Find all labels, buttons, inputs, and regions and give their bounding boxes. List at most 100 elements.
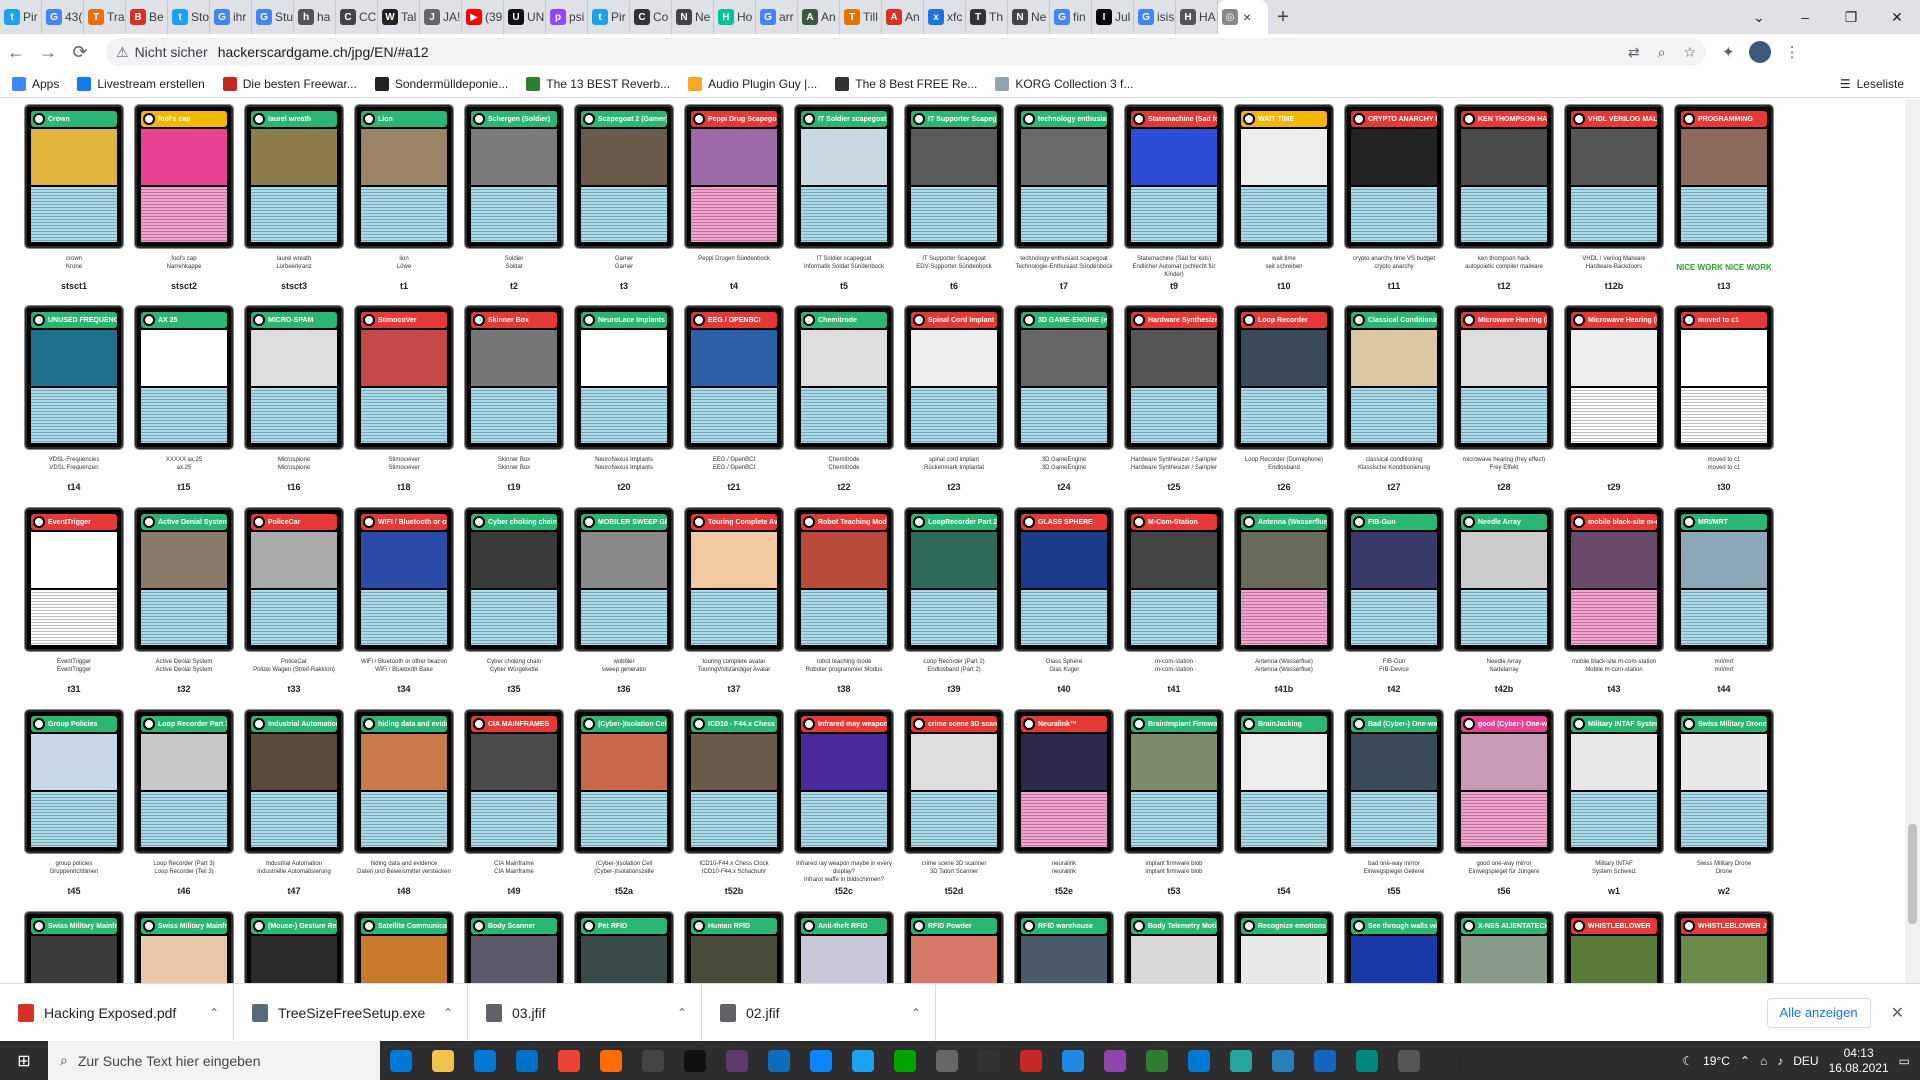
zoom-icon[interactable]: ⌕ <box>1658 44 1666 61</box>
hacker-card[interactable]: Military INTAF System <box>1564 709 1664 854</box>
hacker-card[interactable]: GLASS SPHERE <box>1014 507 1114 652</box>
taskbar-app-icon[interactable] <box>1094 1041 1136 1080</box>
hacker-card[interactable]: Skinner Box <box>464 305 564 450</box>
hacker-card[interactable]: Chemitrode <box>794 305 894 450</box>
vertical-scrollbar[interactable] <box>1905 99 1920 983</box>
browser-tab[interactable]: t Pir <box>588 0 630 34</box>
network-icon[interactable]: ⌂ <box>1760 1054 1767 1068</box>
windows-start-icon[interactable]: ⊞ <box>0 1041 48 1080</box>
hacker-card[interactable]: Microwave Hearing (Frey Effect) <box>1454 305 1554 450</box>
hacker-card[interactable]: Recognize emotions with normal WiFi <box>1234 911 1334 983</box>
hacker-card[interactable]: X-NSS ALIENTATECH Antenna Array <box>1454 911 1554 983</box>
taskbar-app-icon[interactable] <box>464 1041 506 1080</box>
browser-tab[interactable]: G 43( <box>42 0 84 34</box>
bookmark-item[interactable]: Sondermülldeponie... <box>374 76 508 91</box>
forward-icon[interactable]: → <box>32 36 64 68</box>
reading-list-button[interactable]: ☰ Leseliste <box>1840 77 1904 91</box>
hacker-card[interactable]: Group Policies <box>24 709 124 854</box>
browser-tab[interactable]: t Sto <box>168 0 210 34</box>
taskbar-app-icon[interactable] <box>422 1041 464 1080</box>
hacker-card[interactable]: StimocoVer <box>354 305 454 450</box>
taskbar-app-icon[interactable] <box>800 1041 842 1080</box>
hacker-card[interactable]: FIB-Gun <box>1344 507 1444 652</box>
hacker-card[interactable]: crime scene 3D scanner <box>904 709 1004 854</box>
hacker-card[interactable]: laurel wreath <box>244 104 344 249</box>
hacker-card[interactable]: EventTrigger <box>24 507 124 652</box>
hacker-card[interactable]: technology enthusiast <box>1014 104 1114 249</box>
chevron-up-icon[interactable]: ⌃ <box>443 1006 453 1020</box>
hacker-card[interactable]: CIA MAINFRAMES <box>464 709 564 854</box>
hacker-card[interactable]: Bad (Cyber-) One-way mirror <box>1344 709 1444 854</box>
bookmark-star-icon[interactable]: ☆ <box>1683 44 1696 61</box>
hacker-card[interactable]: Needle Array <box>1454 507 1554 652</box>
download-item[interactable]: TreeSizeFreeSetup.exe ⌃ <box>234 983 468 1042</box>
bookmark-item[interactable]: Livestream erstellen <box>77 76 205 91</box>
clock[interactable]: 04:13 16.08.2021 <box>1829 1046 1889 1076</box>
browser-tab[interactable]: B Be <box>126 0 168 34</box>
hacker-card[interactable]: Hardware Synthesizer Sampler <box>1124 305 1224 450</box>
browser-tab-active[interactable]: ◎ × <box>1218 0 1268 34</box>
show-all-downloads-button[interactable]: Alle anzeigen <box>1766 997 1871 1028</box>
hacker-card[interactable]: WIFI / Bluetooth or other beacon <box>354 507 454 652</box>
taskbar-app-icon[interactable] <box>1220 1041 1262 1080</box>
new-tab-button[interactable]: + <box>1268 0 1298 34</box>
browser-tab[interactable]: T Tra <box>84 0 126 34</box>
browser-tab[interactable]: p psi <box>546 0 588 34</box>
profile-avatar[interactable] <box>1748 41 1771 63</box>
taskbar-app-icon[interactable] <box>1052 1041 1094 1080</box>
browser-tab[interactable]: U UN <box>504 0 546 34</box>
close-downloads-icon[interactable]: ✕ <box>1891 1003 1904 1023</box>
minimize-button[interactable]: – <box>1782 0 1828 34</box>
weather-temp[interactable]: 19°C <box>1703 1054 1730 1068</box>
taskbar-app-icon[interactable] <box>1388 1041 1430 1080</box>
hacker-card[interactable]: M-Com-Station <box>1124 507 1224 652</box>
browser-tab[interactable]: C CC <box>336 0 378 34</box>
browser-tab[interactable]: N Ne <box>1008 0 1050 34</box>
hacker-card[interactable]: Touring Complete Avatar <box>684 507 784 652</box>
hacker-card[interactable]: IT Supporter Scapegoat <box>904 104 1004 249</box>
hacker-card[interactable]: moved to c1 <box>1674 305 1774 450</box>
url-text[interactable]: hackerscardgame.ch/jpg/EN/#a12 <box>218 44 429 60</box>
hacker-card[interactable]: VHDL VERILOG MALWARE <box>1564 104 1664 249</box>
bookmark-item[interactable]: Die besten Freewar... <box>222 76 357 91</box>
chevron-up-icon[interactable]: ⌃ <box>1740 1054 1750 1068</box>
taskbar-app-icon[interactable] <box>1262 1041 1304 1080</box>
hacker-card[interactable]: See through walls with normal WIFI <box>1344 911 1444 983</box>
browser-tab[interactable]: N Ne <box>672 0 714 34</box>
hacker-card[interactable]: hiding data and evidence <box>354 709 454 854</box>
hacker-card[interactable]: IT Soldier scapegoat <box>794 104 894 249</box>
taskbar-app-icon[interactable] <box>380 1041 422 1080</box>
reload-icon[interactable]: ⟳ <box>64 36 96 68</box>
hacker-card[interactable]: Anti-theft RFID <box>794 911 894 983</box>
hacker-card[interactable]: LoopRecorder Part 2 <box>904 507 1004 652</box>
browser-tab[interactable]: ▶ (39 <box>462 0 504 34</box>
volume-icon[interactable]: ♪ <box>1777 1054 1783 1068</box>
language-indicator[interactable]: DEU <box>1793 1054 1818 1068</box>
hacker-card[interactable]: fool's cap <box>134 104 234 249</box>
taskbar-search[interactable]: ⌕ Zur Suche Text hier eingeben <box>48 1041 380 1080</box>
hacker-card[interactable]: EEG / OPENBCI <box>684 305 784 450</box>
hacker-card[interactable]: BrainJacking <box>1234 709 1334 854</box>
maximize-button[interactable]: ❐ <box>1828 0 1874 34</box>
browser-tab[interactable]: T Th <box>966 0 1008 34</box>
hacker-card[interactable]: Neuralink™ <box>1014 709 1114 854</box>
hacker-card[interactable]: MICRO-SPAM <box>244 305 344 450</box>
hacker-card[interactable]: Crown <box>24 104 124 249</box>
hacker-card[interactable]: good (Cyber-) One-way mirror <box>1454 709 1554 854</box>
download-item[interactable]: Hacking Exposed.pdf ⌃ <box>0 983 234 1042</box>
security-indicator[interactable]: ⚠ Nicht sicher <box>116 44 208 61</box>
notifications-icon[interactable]: ▭ <box>1899 1054 1910 1068</box>
bookmark-item[interactable]: KORG Collection 3 f... <box>995 76 1133 91</box>
taskbar-app-icon[interactable] <box>842 1041 884 1080</box>
hacker-card[interactable]: WAIT TIME <box>1234 104 1334 249</box>
browser-tab[interactable]: Gisis <box>1134 0 1176 34</box>
hacker-card[interactable]: Industrial Automation <box>244 709 344 854</box>
taskbar-app-icon[interactable] <box>1430 1041 1472 1080</box>
hacker-card[interactable]: KEN THOMPSON HACK <box>1454 104 1554 249</box>
translate-icon[interactable]: ⇄ <box>1628 44 1640 61</box>
hacker-card[interactable]: Microwave Hearing (Frey Effect) <box>1564 305 1664 450</box>
weather-icon[interactable]: ☾ <box>1682 1054 1693 1068</box>
hacker-card[interactable]: Body Telemetry Motion Capture <box>1124 911 1224 983</box>
taskbar-app-icon[interactable] <box>506 1041 548 1080</box>
address-bar[interactable]: ⚠ Nicht sicher hackerscardgame.ch/jpg/EN/… <box>106 38 1706 66</box>
